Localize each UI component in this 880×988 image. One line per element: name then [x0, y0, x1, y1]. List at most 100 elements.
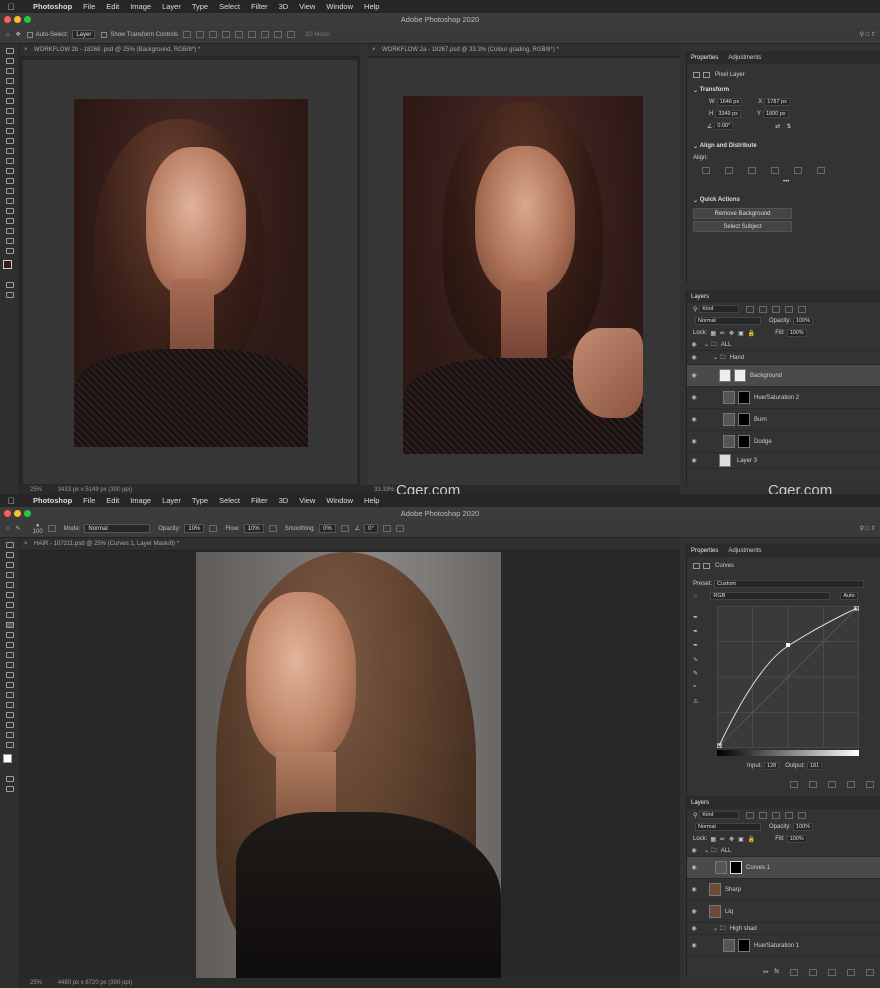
mask-thumbnail[interactable]	[730, 861, 742, 874]
fill-field[interactable]: 100%	[786, 835, 807, 843]
distribute-v-icon[interactable]	[274, 31, 283, 38]
symmetry-icon[interactable]	[395, 525, 404, 532]
doc-tab-hair[interactable]: × HAIR - 107211.psd @ 25% (Curves 1, Laye…	[20, 538, 680, 551]
type-icon[interactable]	[5, 208, 14, 214]
blur-icon[interactable]	[5, 672, 14, 678]
link-icon[interactable]: ⚯	[763, 969, 768, 976]
menu-help[interactable]: Help	[364, 496, 379, 505]
layer-row-high-shad[interactable]: ◉ ⌄ 🗀 High shad	[687, 923, 880, 935]
smoothing-field[interactable]: 0%	[319, 524, 336, 533]
fill-field[interactable]: 100%	[786, 329, 807, 337]
frame-icon[interactable]	[5, 592, 14, 598]
menu-image[interactable]: Image	[130, 496, 151, 505]
marquee-icon[interactable]	[5, 552, 14, 558]
menu-select[interactable]: Select	[219, 2, 240, 11]
screen-mode-icon[interactable]	[5, 292, 14, 298]
eraser-icon[interactable]	[5, 158, 14, 164]
tab-properties[interactable]: Properties	[691, 548, 718, 554]
brush-tool-icon[interactable]: ✎	[16, 525, 21, 532]
align-top-icon[interactable]	[771, 166, 779, 174]
menu-image[interactable]: Image	[130, 2, 151, 11]
layer-dropdown[interactable]: Layer	[72, 30, 96, 39]
menu-3d[interactable]: 3D	[279, 496, 289, 505]
filter-type-icon[interactable]	[772, 811, 781, 819]
stamp-icon[interactable]	[5, 138, 14, 144]
zoom-window-button[interactable]	[24, 16, 31, 23]
layer-row-background[interactable]: ◉ Background	[687, 365, 880, 387]
gradient-icon[interactable]	[5, 662, 14, 668]
view-previous-icon[interactable]	[809, 780, 817, 788]
shape-icon[interactable]	[5, 722, 14, 728]
eye-icon[interactable]: ◉	[687, 847, 701, 854]
pen-icon[interactable]	[5, 198, 14, 204]
lasso-icon[interactable]	[5, 68, 14, 74]
status-zoom[interactable]: 25%	[30, 980, 42, 986]
eraser-icon[interactable]	[5, 652, 14, 658]
layers-panel-title[interactable]: Layers	[691, 800, 709, 806]
layer-row-hue-sat-1[interactable]: ◉ Hue/Saturation 1	[687, 935, 880, 957]
filter-shape-icon[interactable]	[785, 305, 794, 313]
x-field[interactable]: 1787 px	[764, 98, 790, 106]
layer-row-hue-sat-2[interactable]: ◉ Hue/Saturation 2	[687, 387, 880, 409]
height-field[interactable]: 3349 px	[715, 110, 741, 118]
select-subject-button[interactable]: Select Subject	[693, 221, 792, 232]
brush-icon[interactable]	[5, 622, 14, 628]
trash-icon[interactable]	[866, 780, 874, 788]
path-select-icon[interactable]	[5, 712, 14, 718]
eyedropper-icon[interactable]	[5, 108, 14, 114]
blend-mode-dropdown[interactable]: Normal	[695, 317, 761, 325]
eye-icon[interactable]: ◉	[687, 864, 701, 871]
show-transform-checkbox[interactable]	[101, 31, 108, 38]
menu-window[interactable]: Window	[326, 496, 353, 505]
layer-row-hand[interactable]: ◉ ⌄ 🗀 Hand	[687, 351, 880, 365]
distribute-h-icon[interactable]	[287, 31, 296, 38]
pencil-icon[interactable]: ✎	[693, 670, 707, 684]
smooth-icon[interactable]: ≈	[693, 684, 707, 698]
preset-dropdown[interactable]: Custom	[714, 580, 865, 588]
layer-row-sharp[interactable]: ◉ Sharp	[687, 879, 880, 901]
menu-select[interactable]: Select	[219, 496, 240, 505]
mask-thumbnail[interactable]	[738, 939, 750, 952]
filter-icon[interactable]: ⚲	[693, 812, 697, 819]
auto-select-checkbox[interactable]	[26, 31, 33, 38]
kind-filter-dropdown[interactable]: Kind	[699, 811, 740, 819]
stamp-icon[interactable]	[5, 632, 14, 638]
eye-icon[interactable]: ◉	[687, 942, 701, 949]
layer-row-curves-1[interactable]: ◉ Curves 1	[687, 857, 880, 879]
eye-icon[interactable]: ◉	[687, 341, 701, 348]
chevron-down-icon[interactable]: ⌄	[693, 143, 700, 150]
align-middle-icon[interactable]	[235, 31, 244, 38]
align-right-icon[interactable]	[209, 31, 218, 38]
pressure-size-icon[interactable]	[382, 525, 391, 532]
search-icon[interactable]: ⚲ □ ⇧	[860, 525, 876, 532]
quick-select-icon[interactable]	[5, 572, 14, 578]
healing-icon[interactable]	[5, 118, 14, 124]
menu-edit[interactable]: Edit	[106, 496, 119, 505]
pen-icon[interactable]	[5, 692, 14, 698]
hand-icon[interactable]	[5, 238, 14, 244]
output-value[interactable]: 181	[806, 762, 823, 770]
auto-button[interactable]: Auto	[840, 592, 858, 600]
menu-app[interactable]: Photoshop	[33, 2, 72, 11]
remove-background-button[interactable]: Remove Background	[693, 208, 792, 219]
menu-layer[interactable]: Layer	[162, 2, 181, 11]
quick-select-icon[interactable]	[5, 78, 14, 84]
target-adjust-icon[interactable]: ☞	[693, 593, 698, 600]
filter-shape-icon[interactable]	[785, 811, 794, 819]
move-icon[interactable]	[5, 542, 14, 548]
zoom-icon[interactable]	[5, 742, 14, 748]
lock-icons[interactable]: ▦✏✥▣🔒	[710, 330, 759, 337]
black-point-eyedropper-icon[interactable]: ✒	[693, 614, 707, 628]
channel-dropdown[interactable]: RGB	[710, 592, 831, 600]
minimize-window-button[interactable]	[14, 16, 21, 23]
menu-file[interactable]: File	[83, 2, 95, 11]
align-top-icon[interactable]	[222, 31, 231, 38]
path-select-icon[interactable]	[5, 218, 14, 224]
filter-type-icon[interactable]	[772, 305, 781, 313]
history-brush-icon[interactable]	[5, 642, 14, 648]
gray-point-eyedropper-icon[interactable]: ✒	[693, 628, 707, 642]
mask-thumbnail[interactable]	[734, 369, 746, 382]
input-gradient-bar[interactable]	[717, 750, 859, 756]
foreground-color[interactable]	[3, 754, 12, 763]
mask-thumbnail[interactable]	[738, 391, 750, 404]
